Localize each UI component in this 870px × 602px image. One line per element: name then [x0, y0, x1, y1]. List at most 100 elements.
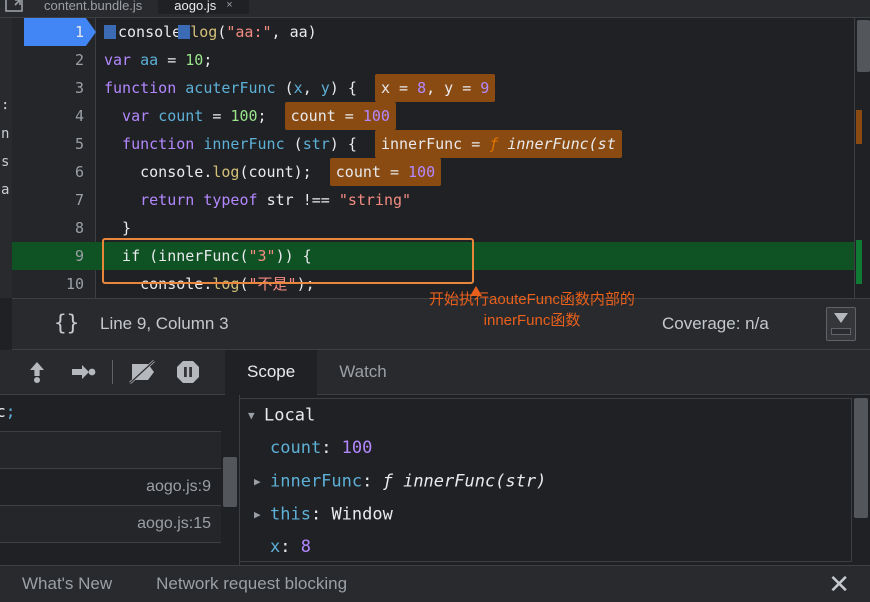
editor-scrollbar[interactable]	[854, 18, 870, 298]
console-scrollbar-thumb[interactable]	[223, 457, 237, 507]
console-messages-pane[interactable]: erFunc; aogo.js:9 aogo.js:15	[0, 395, 240, 565]
close-icon[interactable]: ✕	[828, 571, 850, 597]
scope-row[interactable]: count: 100	[240, 432, 851, 465]
line-number[interactable]: 5	[12, 130, 84, 158]
drawer-tab-network-request-blocking[interactable]: Network request blocking	[134, 574, 369, 594]
code-token: ,	[302, 79, 321, 97]
console-row[interactable]: aogo.js:15	[0, 506, 239, 543]
code-token: "aa:"	[226, 23, 272, 41]
annotation-line-1: 开始执行aouteFunc函数内部的	[429, 291, 635, 308]
inline-value-badge: x = 8, y = 9	[374, 74, 496, 102]
inline-value-token: 100	[362, 107, 390, 125]
code-token: function	[104, 135, 204, 153]
inline-value-token: count =	[290, 107, 363, 125]
minimap-mark-values	[856, 110, 862, 144]
line-code: }	[104, 214, 131, 242]
inline-value-token: 100	[408, 163, 436, 181]
tab-watch[interactable]: Watch	[317, 350, 409, 395]
console-row[interactable]: erFunc;	[0, 395, 239, 432]
line-code: var count = 100; count = 100	[104, 102, 396, 130]
scope-row[interactable]: ▶ innerFunc: ƒ innerFunc(str)	[240, 465, 851, 498]
inline-value-token: 8	[417, 79, 427, 97]
source-link[interactable]: aogo.js:15	[137, 515, 211, 533]
line-number[interactable]: 4	[12, 102, 84, 130]
line-number[interactable]: 6	[12, 158, 84, 186]
code-token: )) {	[275, 247, 312, 265]
line-number[interactable]: 1	[12, 18, 84, 46]
code-line[interactable]: 8 }	[12, 214, 870, 242]
scope-scrollbar[interactable]	[852, 395, 870, 565]
tab-scope[interactable]: Scope	[225, 349, 318, 395]
code-token: ;	[203, 51, 213, 69]
show-more-button[interactable]	[826, 307, 856, 341]
scope-separator: :	[280, 537, 301, 557]
chevron-right-icon[interactable]: ▶	[254, 465, 270, 498]
code-token: var	[104, 51, 141, 69]
drawer-tab-bar: What's New Network request blocking ✕	[0, 565, 870, 602]
code-line[interactable]: 1 console.log("aa:", aa)	[12, 18, 870, 46]
annotation-note: 开始执行aouteFunc函数内部的 innerFunc函数	[397, 289, 667, 331]
tab-label: content.bundle.js	[44, 0, 143, 13]
code-token: y	[320, 79, 330, 97]
scope-key: x	[270, 537, 281, 557]
drawer-tab-whats-new[interactable]: What's New	[0, 574, 134, 594]
code-line[interactable]: 9 if (innerFunc("3")) {	[12, 242, 870, 270]
sliver-row: n'	[1, 126, 12, 142]
scope-row[interactable]: ▼ Local	[240, 399, 851, 432]
line-code: console.log("不是");	[104, 270, 315, 298]
code-line[interactable]: 7 return typeof str !== "string"	[12, 186, 870, 214]
pretty-print-button[interactable]: {}	[54, 311, 79, 335]
tab-label: Network request blocking	[156, 574, 348, 593]
line-number[interactable]: 7	[12, 186, 84, 214]
tab-content-bundle-js[interactable]: content.bundle.js	[28, 0, 158, 14]
deactivate-breakpoints-button[interactable]	[119, 350, 165, 395]
code-line[interactable]: 6 console.log(count); count = 100	[12, 158, 870, 186]
scope-row[interactable]: ▶ this: Window	[240, 498, 851, 531]
line-number[interactable]: 10	[12, 270, 84, 298]
coverage-label: Coverage: n/a	[662, 314, 769, 333]
step-icon	[72, 365, 96, 379]
navigator-toggle[interactable]	[0, 0, 28, 17]
line-number[interactable]: 2	[12, 46, 84, 74]
step-out-button[interactable]	[14, 350, 60, 395]
close-icon[interactable]: ×	[226, 0, 232, 11]
console-scrollbar[interactable]	[221, 395, 239, 565]
line-number[interactable]: 8	[12, 214, 84, 242]
code-token: "不是"	[248, 275, 297, 293]
source-link[interactable]: aogo.js:9	[146, 478, 211, 496]
tab-aogo-js[interactable]: aogo.js ×	[158, 0, 249, 14]
code-token: str	[266, 191, 303, 209]
line-number[interactable]: 9	[12, 242, 84, 270]
editor-scrollbar-thumb[interactable]	[857, 20, 870, 72]
annotation-line-2: innerFunc函数	[483, 312, 581, 329]
console-text-semi: ;	[5, 402, 16, 421]
scope-pane[interactable]: ▼ Local count: 100 ▶ innerFunc: ƒ innerFunc(…	[240, 395, 870, 565]
line-number[interactable]: 3	[12, 74, 84, 102]
step-button[interactable]	[60, 350, 106, 395]
code-token: ) {	[329, 79, 357, 97]
code-token: 10	[185, 51, 204, 69]
sidebar-panel-tabs: Scope Watch	[225, 349, 409, 395]
code-editor[interactable]: 1 console.log("aa:", aa) 2 var aa = 10; 3 fun…	[12, 18, 870, 298]
chevron-right-icon[interactable]: ▶	[254, 498, 270, 531]
minimap-mark-execution	[856, 240, 862, 284]
code-token: aa	[140, 51, 159, 69]
line-code: function acuterFunc (x, y) { x = 8, y = …	[104, 74, 496, 102]
chevron-down-icon[interactable]: ▼	[248, 399, 264, 432]
console-row[interactable]	[0, 432, 239, 469]
code-line[interactable]: 3 function acuterFunc (x, y) { x = 8, y =…	[12, 74, 870, 102]
code-token: var	[104, 107, 159, 125]
inline-value-badge: innerFunc = ƒ innerFunc(st	[374, 130, 622, 158]
scope-row[interactable]: x: 8	[240, 531, 851, 564]
scope-separator: :	[310, 504, 332, 525]
console-row[interactable]: aogo.js:9	[0, 469, 239, 506]
code-line[interactable]: 5 function innerFunc (str) { innerFunc =…	[12, 130, 870, 158]
code-line[interactable]: 4 var count = 100; count = 100	[12, 102, 870, 130]
scope-scrollbar-thumb[interactable]	[854, 398, 868, 518]
sliver-row: ∶	[1, 98, 10, 114]
code-token: if	[104, 247, 141, 265]
code-line[interactable]: 2 var aa = 10;	[12, 46, 870, 74]
scope-value: Window	[331, 504, 393, 525]
pause-on-exceptions-button[interactable]	[165, 350, 211, 395]
scope-key: innerFunc	[270, 471, 363, 492]
